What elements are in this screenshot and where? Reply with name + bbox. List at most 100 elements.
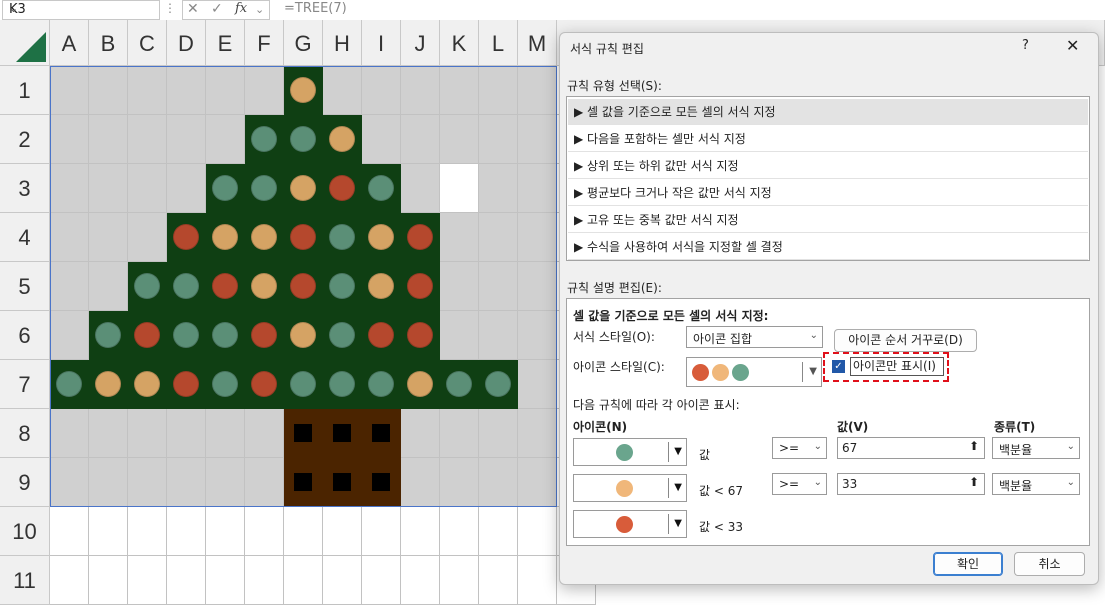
cell-J2[interactable] [401,115,440,164]
cell-D4[interactable] [167,213,206,262]
cell-B8[interactable] [89,409,128,458]
type-select-1[interactable]: 백분율 ⌄ [992,437,1080,459]
cell-B10[interactable] [89,507,128,556]
cell-D8[interactable] [167,409,206,458]
cell-M11[interactable] [518,556,557,605]
cell-D3[interactable] [167,164,206,213]
cell-C6[interactable] [128,311,167,360]
name-box[interactable]: K3 ⌄ [2,0,160,20]
cell-K7[interactable] [440,360,479,409]
icon-select-3[interactable]: ▼ [573,510,687,538]
cell-H7[interactable] [323,360,362,409]
cell-M1[interactable] [518,66,557,115]
cell-L3[interactable] [479,164,518,213]
cell-M6[interactable] [518,311,557,360]
cell-L1[interactable] [479,66,518,115]
cell-A9[interactable] [50,458,89,507]
cell-L8[interactable] [479,409,518,458]
column-header-L[interactable]: L [479,20,518,66]
icon-select-2[interactable]: ▼ [573,474,687,502]
cell-L6[interactable] [479,311,518,360]
cell-H1[interactable] [323,66,362,115]
row-header-5[interactable]: 5 [0,262,50,311]
range-select-icon[interactable]: ⬆ [965,439,983,457]
cell-I2[interactable] [362,115,401,164]
cell-I5[interactable] [362,262,401,311]
cell-E8[interactable] [206,409,245,458]
cell-E3[interactable] [206,164,245,213]
row-header-8[interactable]: 8 [0,409,50,458]
cell-D10[interactable] [167,507,206,556]
cell-H5[interactable] [323,262,362,311]
cell-E10[interactable] [206,507,245,556]
cell-G1[interactable] [284,66,323,115]
cell-I7[interactable] [362,360,401,409]
column-header-A[interactable]: A [50,20,89,66]
cancel-button[interactable]: 취소 [1014,552,1085,576]
cell-J8[interactable] [401,409,440,458]
column-header-K[interactable]: K [440,20,479,66]
operator-select-2[interactable]: >= ⌄ [772,473,827,495]
cell-C9[interactable] [128,458,167,507]
row-header-10[interactable]: 10 [0,507,50,556]
cell-L5[interactable] [479,262,518,311]
column-header-D[interactable]: D [167,20,206,66]
cell-B11[interactable] [89,556,128,605]
cell-J9[interactable] [401,458,440,507]
cell-A8[interactable] [50,409,89,458]
column-header-B[interactable]: B [89,20,128,66]
cell-G4[interactable] [284,213,323,262]
cell-G5[interactable] [284,262,323,311]
column-header-C[interactable]: C [128,20,167,66]
row-header-9[interactable]: 9 [0,458,50,507]
cell-H2[interactable] [323,115,362,164]
cell-F9[interactable] [245,458,284,507]
row-header-7[interactable]: 7 [0,360,50,409]
cell-M4[interactable] [518,213,557,262]
cell-B9[interactable] [89,458,128,507]
type-select-2[interactable]: 백분율 ⌄ [992,473,1080,495]
cell-K10[interactable] [440,507,479,556]
cell-G6[interactable] [284,311,323,360]
cell-M8[interactable] [518,409,557,458]
range-select-icon[interactable]: ⬆ [965,475,983,493]
cell-C5[interactable] [128,262,167,311]
cell-E6[interactable] [206,311,245,360]
cell-G7[interactable] [284,360,323,409]
cell-M2[interactable] [518,115,557,164]
cell-C2[interactable] [128,115,167,164]
cell-I6[interactable] [362,311,401,360]
column-header-M[interactable]: M [518,20,557,66]
cell-B4[interactable] [89,213,128,262]
cell-E5[interactable] [206,262,245,311]
cell-A2[interactable] [50,115,89,164]
cell-F5[interactable] [245,262,284,311]
cell-K6[interactable] [440,311,479,360]
cell-F8[interactable] [245,409,284,458]
ok-button[interactable]: 확인 [933,552,1003,576]
cell-C10[interactable] [128,507,167,556]
cell-M3[interactable] [518,164,557,213]
row-header-1[interactable]: 1 [0,66,50,115]
cell-J5[interactable] [401,262,440,311]
cell-F3[interactable] [245,164,284,213]
column-header-I[interactable]: I [362,20,401,66]
cell-C4[interactable] [128,213,167,262]
cell-E9[interactable] [206,458,245,507]
cell-F7[interactable] [245,360,284,409]
cell-C7[interactable] [128,360,167,409]
cell-K4[interactable] [440,213,479,262]
cell-L10[interactable] [479,507,518,556]
cell-H6[interactable] [323,311,362,360]
cell-B6[interactable] [89,311,128,360]
cell-E4[interactable] [206,213,245,262]
rule-type-item-formula[interactable]: ▶ 수식을 사용하여 서식을 지정할 셀 결정 [568,234,1088,260]
cell-L7[interactable] [479,360,518,409]
cell-A4[interactable] [50,213,89,262]
chevron-down-icon[interactable]: ⌄ [255,3,264,16]
rule-type-item-above-below-average[interactable]: ▶ 평균보다 크거나 작은 값만 서식 지정 [568,180,1088,206]
rule-type-item-contains[interactable]: ▶ 다음을 포함하는 셀만 서식 지정 [568,126,1088,152]
cell-B1[interactable] [89,66,128,115]
cell-F2[interactable] [245,115,284,164]
icon-select-1[interactable]: ▼ [573,438,687,466]
